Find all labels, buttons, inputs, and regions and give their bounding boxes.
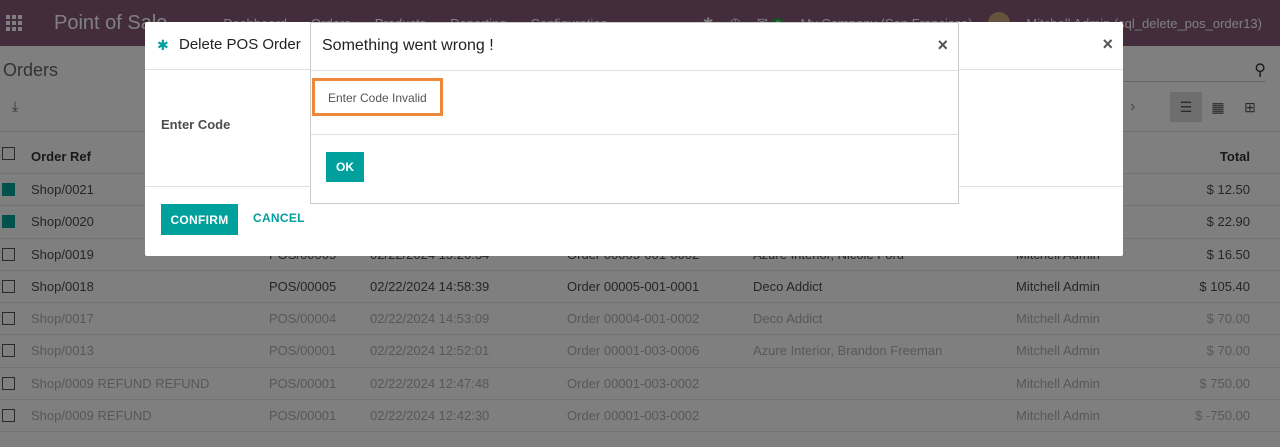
enter-code-label: Enter Code	[161, 117, 231, 132]
error-dialog-body: Enter Code Invalid	[311, 71, 958, 135]
close-icon[interactable]: ×	[1102, 34, 1113, 55]
confirm-button[interactable]: CONFIRM	[161, 204, 238, 235]
dialog-title: Delete POS Order	[179, 36, 301, 53]
bug-icon: ✱	[157, 37, 169, 53]
error-dialog-title: Something went wrong !	[322, 37, 494, 54]
cancel-button[interactable]: CANCEL	[253, 211, 305, 225]
error-dialog-header: Something went wrong ! ×	[311, 23, 958, 71]
error-dialog: Something went wrong ! × Enter Code Inva…	[310, 22, 959, 204]
error-close-icon[interactable]: ×	[937, 35, 948, 56]
ok-button[interactable]: OK	[326, 152, 364, 182]
error-message: Enter Code Invalid	[312, 78, 443, 116]
